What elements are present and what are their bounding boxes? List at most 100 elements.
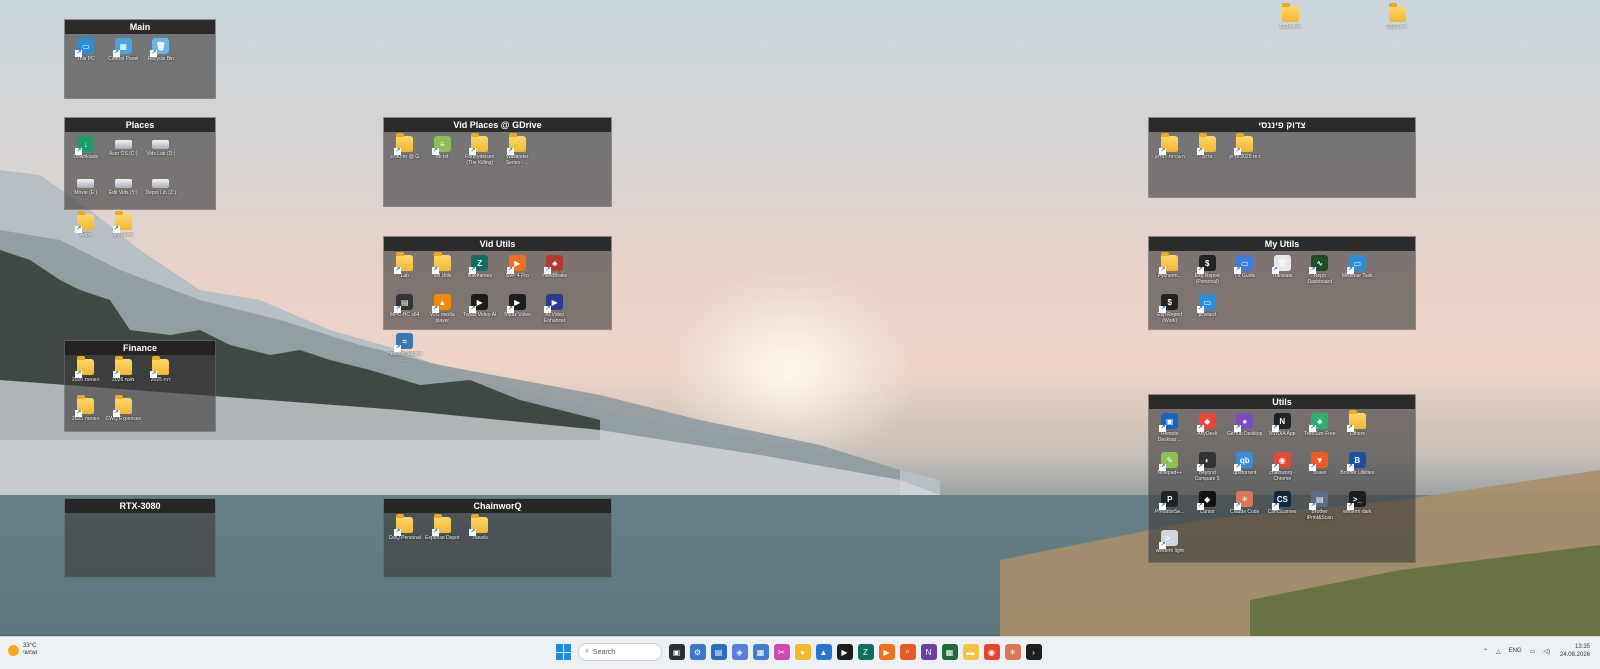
desktop-shortcut[interactable]: Movie (E:) [67, 175, 105, 213]
magnifier-icon[interactable]: ⌕ [899, 644, 916, 660]
desktop-shortcut[interactable]: ▶Topaz Video AI [461, 294, 499, 332]
desktop-shortcut[interactable]: ◆Cursor [1189, 491, 1227, 529]
fence-title[interactable]: Main [65, 20, 215, 34]
desktop-folder-2024[interactable]: 2024 תיק [1270, 3, 1310, 30]
desktop-shortcut[interactable]: Lab [386, 252, 424, 293]
fence-title[interactable]: My Utils [1149, 237, 1415, 251]
desktop-shortcut[interactable]: 文Translate [1264, 255, 1302, 293]
terminal-icon[interactable]: › [1025, 644, 1042, 660]
desktop-shortcut[interactable]: ✎Notepad++ [1151, 452, 1189, 490]
clock[interactable]: 13:35 24.08.2026 [1560, 643, 1590, 659]
fence-chainworq[interactable]: ChainworQ CwQ Personal Expense Depot Trave… [383, 498, 612, 578]
desktop-shortcut[interactable]: Vid Utils [424, 252, 462, 293]
desktop-shortcut[interactable]: >_winterm light [1151, 530, 1189, 568]
desktop-shortcut[interactable]: ✳Claude Code [1226, 491, 1264, 529]
store-icon[interactable]: ▤ [710, 644, 727, 660]
desktop-shortcut[interactable]: 2025 דוח [142, 356, 180, 397]
fence-vid-utils[interactable]: Vid Utils LabVid UtilsZflowframes▶SVP 4 … [383, 236, 612, 363]
desktop-shortcut[interactable]: ▭Mishmar Task [1339, 255, 1377, 293]
desktop-shortcut[interactable]: Wallander Series - ... [499, 133, 537, 174]
desktop-shortcut[interactable]: 2026 הוצאות [67, 356, 105, 397]
desktop-shortcut[interactable]: ▶Topaz Video [499, 294, 537, 332]
onenote-icon[interactable]: N [920, 644, 937, 660]
desktop-shortcut[interactable]: ◉chainworq - Chrome [1264, 452, 1302, 490]
desktop-shortcut[interactable]: Pycharm... [1151, 252, 1189, 293]
topaz-icon[interactable]: ▶ [836, 644, 853, 660]
snipping-icon[interactable]: ✂ [773, 644, 790, 660]
desktop-shortcut[interactable]: Acer OS (C:) [105, 136, 143, 174]
desktop-shortcut[interactable]: BBrother Utilities [1339, 452, 1377, 490]
desktop-shortcut[interactable]: ▶SVP 4 Pro [499, 255, 537, 293]
desktop-shortcut[interactable]: צדוק [1189, 133, 1227, 174]
fence-finance[interactable]: Finance 2026 הוצאות 2026 מעמ 2025 דוח 2025 … [64, 340, 216, 432]
fence-my-utils[interactable]: My Utils Pycharm...$Exp Report (Personal… [1148, 236, 1416, 330]
calculator-icon[interactable]: ▦ [752, 644, 769, 660]
desktop-shortcut[interactable]: ●GitHub Desktop [1226, 413, 1264, 451]
desktop-shortcut[interactable]: 🗑Recycle Bin [142, 38, 180, 76]
desktop-shortcut[interactable]: My Drive [105, 211, 143, 252]
weather-widget[interactable]: 33°C שמשי [8, 643, 37, 657]
desktop-shortcut[interactable]: ◆AnyDesk [1189, 413, 1227, 451]
desktop-shortcut[interactable]: Vids Lab (D:) [142, 136, 180, 174]
fence-places[interactable]: Places ↓DownloadsAcer OS (C:)Vids Lab (D… [64, 117, 216, 238]
desktop-shortcut[interactable]: דוח 2025 צדוק [1226, 133, 1264, 174]
desktop-shortcut[interactable]: ▶AI Video Enhancer [536, 294, 574, 332]
desktop-shortcut[interactable]: CwQ Personal [386, 514, 424, 555]
fence-title[interactable]: Utils [1149, 395, 1415, 409]
desktop-shortcut[interactable]: ≡ldr.txt [424, 136, 462, 174]
fence-rtx-3080[interactable]: RTX-3080 [64, 498, 216, 578]
tips-icon[interactable]: ● [794, 644, 811, 660]
desktop-shortcut[interactable]: >_winterm dark [1339, 491, 1377, 529]
desktop-shortcut[interactable]: ▭TV Guide [1226, 255, 1264, 293]
fence-title[interactable]: Places [65, 118, 215, 132]
volume-icon[interactable]: ◁) [1543, 648, 1550, 655]
desktop-shortcut[interactable]: Expense Depot [424, 514, 462, 555]
fence-title[interactable]: Vid Utils [384, 237, 611, 251]
desktop-shortcut[interactable]: CSCamScanner [1264, 491, 1302, 529]
drive-sync-icon[interactable]: △ [1496, 648, 1501, 655]
desktop-shortcut[interactable]: סרטונים @ G [386, 133, 424, 174]
settings-icon[interactable]: ⚙ [689, 644, 706, 660]
fence-vid-places[interactable]: Vid Places @ GDrive סרטונים @ G≡ldr.txtF… [383, 117, 612, 207]
network-icon[interactable]: ▭ [1530, 648, 1536, 655]
desktop-shortcut[interactable]: qbqBittorrent [1226, 452, 1264, 490]
desktop-shortcut[interactable]: ▣Remote Desktop ... [1151, 413, 1189, 451]
desktop-shortcut[interactable]: ◐Beyond Compare 5 [1189, 452, 1227, 490]
fence-tzadok[interactable]: צדוק פיננסי העברות לצדוק צדוק דוח 2025 צדו… [1148, 117, 1416, 198]
desktop-shortcut[interactable]: NNVIDIA App [1264, 413, 1302, 451]
desktop-shortcut[interactable]: 2026 מעמ [105, 356, 143, 397]
desktop-shortcut[interactable]: Depot Lib (Z:) [142, 175, 180, 213]
file-explorer-icon[interactable]: ▬ [962, 644, 979, 660]
desktop-shortcut[interactable]: Travels [461, 514, 499, 555]
fence-main[interactable]: Main ▭This PC▦Control Panel🗑Recycle Bin [64, 19, 216, 99]
desktop-shortcut[interactable]: 2025 הוצאות [67, 395, 105, 436]
desktop-shortcut[interactable]: ♣TreeSize Free [1301, 413, 1339, 451]
chevron-up-icon[interactable]: ⌃ [1483, 648, 1488, 655]
lang-indicator[interactable]: ENG [1509, 648, 1522, 654]
svp-icon[interactable]: ▶ [878, 644, 895, 660]
taskview-icon[interactable]: ▣ [668, 644, 685, 660]
fence-title[interactable]: צדוק פיננסי [1149, 118, 1415, 132]
fence-utils[interactable]: Utils ▣Remote Desktop ...◆AnyDesk●GitHub… [1148, 394, 1416, 563]
desktop-shortcut[interactable]: ▦Control Panel [105, 38, 143, 76]
desktop-shortcut[interactable]: Edit Vids (Y:) [105, 175, 143, 213]
desktop-shortcut[interactable]: ▭This PC [67, 38, 105, 76]
desktop-shortcut[interactable]: ♣HandBrake [536, 255, 574, 293]
copilot-icon[interactable]: ◈ [731, 644, 748, 660]
spreadsheet-icon[interactable]: ▦ [941, 644, 958, 660]
desktop-shortcut[interactable]: ∿Repo Dashboard [1301, 255, 1339, 293]
desktop-shortcut[interactable]: ▤Brother iPrint&Scan [1301, 491, 1339, 529]
desktop-shortcut[interactable]: ≈Hebrew Subtitle ... [386, 333, 424, 371]
fence-title[interactable]: Finance [65, 341, 215, 355]
desktop-shortcut[interactable]: Zflowframes [461, 255, 499, 293]
desktop-shortcut[interactable]: ↓Downloads [67, 136, 105, 174]
desktop-shortcut[interactable]: Forbrydelsen (The Killing) [461, 133, 499, 174]
taskbar-search[interactable]: ⌕ Search [578, 643, 662, 661]
photos-icon[interactable]: ▲ [815, 644, 832, 660]
desktop-shortcut[interactable]: העברות לצדוק [1151, 133, 1189, 174]
fence-title[interactable]: Vid Places @ GDrive [384, 118, 611, 132]
desktop-shortcut[interactable]: $Exp Report (Work) [1151, 294, 1189, 332]
desktop-shortcut[interactable]: PPredatorSe... [1151, 491, 1189, 529]
desktop-shortcut[interactable]: CWQ Expenses [105, 395, 143, 436]
desktop-shortcut[interactable]: ▼Brave [1301, 452, 1339, 490]
